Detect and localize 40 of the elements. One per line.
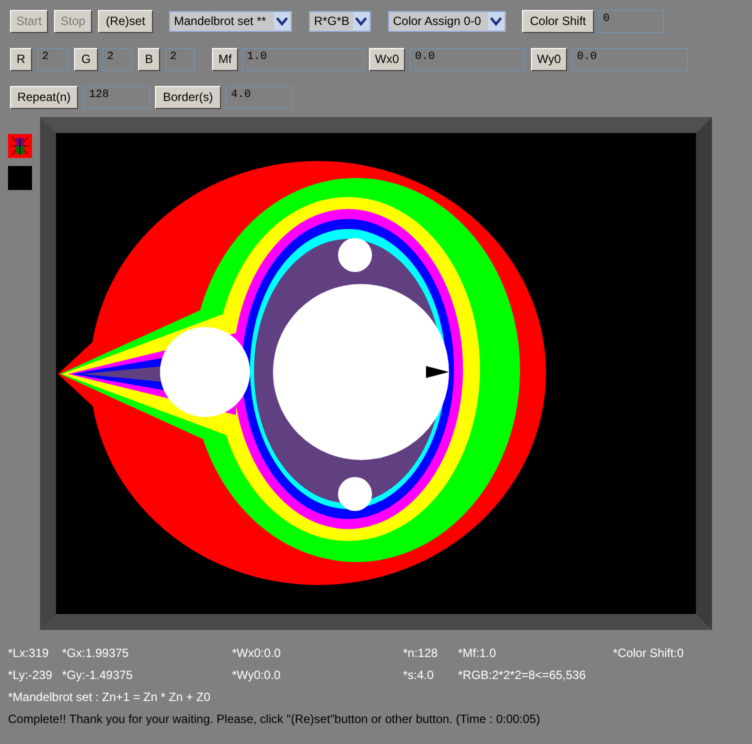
status-text: *Gy:-1.49375 <box>62 668 133 682</box>
status-text: *n:128 <box>403 646 438 660</box>
input-field[interactable]: 1.0 <box>242 48 364 70</box>
status-text: *Wx0:0.0 <box>232 646 281 660</box>
caret-icon <box>274 12 290 30</box>
button[interactable]: Repeat(n) <box>10 86 78 108</box>
status-text: *Mf:1.0 <box>458 646 496 660</box>
button[interactable]: Border(s) <box>155 86 221 108</box>
input-field[interactable]: 0.0 <box>410 48 525 70</box>
status-text: *Gx:1.99375 <box>62 646 129 660</box>
caret-icon <box>488 12 504 30</box>
input-field[interactable]: 128 <box>84 86 150 108</box>
input-field[interactable]: 0.0 <box>572 48 688 70</box>
button[interactable]: (Re)set <box>98 10 153 32</box>
status-text: *RGB:2*2*2=8<=65,536 <box>458 668 586 682</box>
dropdown[interactable]: Color Assign 0-0 <box>388 10 506 32</box>
color-swatch[interactable] <box>8 166 32 190</box>
button[interactable]: B <box>138 48 160 70</box>
button[interactable]: Wx0 <box>369 48 405 70</box>
status-text: *s:4.0 <box>403 668 434 682</box>
formula-text: *Mandelbrot set : Zn+1 = Zn * Zn + Z0 <box>7 690 212 706</box>
bug-icon[interactable] <box>8 134 32 158</box>
input-field[interactable]: 4.0 <box>226 86 292 108</box>
input-field[interactable]: 2 <box>37 48 69 70</box>
status-text: *Wy0:0.0 <box>232 668 281 682</box>
button[interactable]: R <box>10 48 32 70</box>
caret-icon <box>353 12 369 30</box>
status-text: *Color Shift:0 <box>613 646 684 660</box>
button[interactable]: Mf <box>212 48 238 70</box>
status-text: *Lx:319 <box>8 646 49 660</box>
input-field[interactable]: 2 <box>102 48 132 70</box>
input-field[interactable]: 2 <box>165 48 195 70</box>
status-message: Complete!! Thank you for your waiting. Please, click "(Re)set"button or other button. (Time : 0:00:05) <box>7 712 542 728</box>
status-text: *Ly:-239 <box>8 668 52 682</box>
button[interactable]: G <box>74 48 98 70</box>
button[interactable]: Wy0 <box>531 48 567 70</box>
input-field[interactable]: 0 <box>598 10 664 32</box>
dropdown[interactable]: R*G*B <box>309 10 371 32</box>
dropdown[interactable]: Mandelbrot set ** <box>169 10 292 32</box>
button[interactable]: Color Shift <box>522 10 594 32</box>
